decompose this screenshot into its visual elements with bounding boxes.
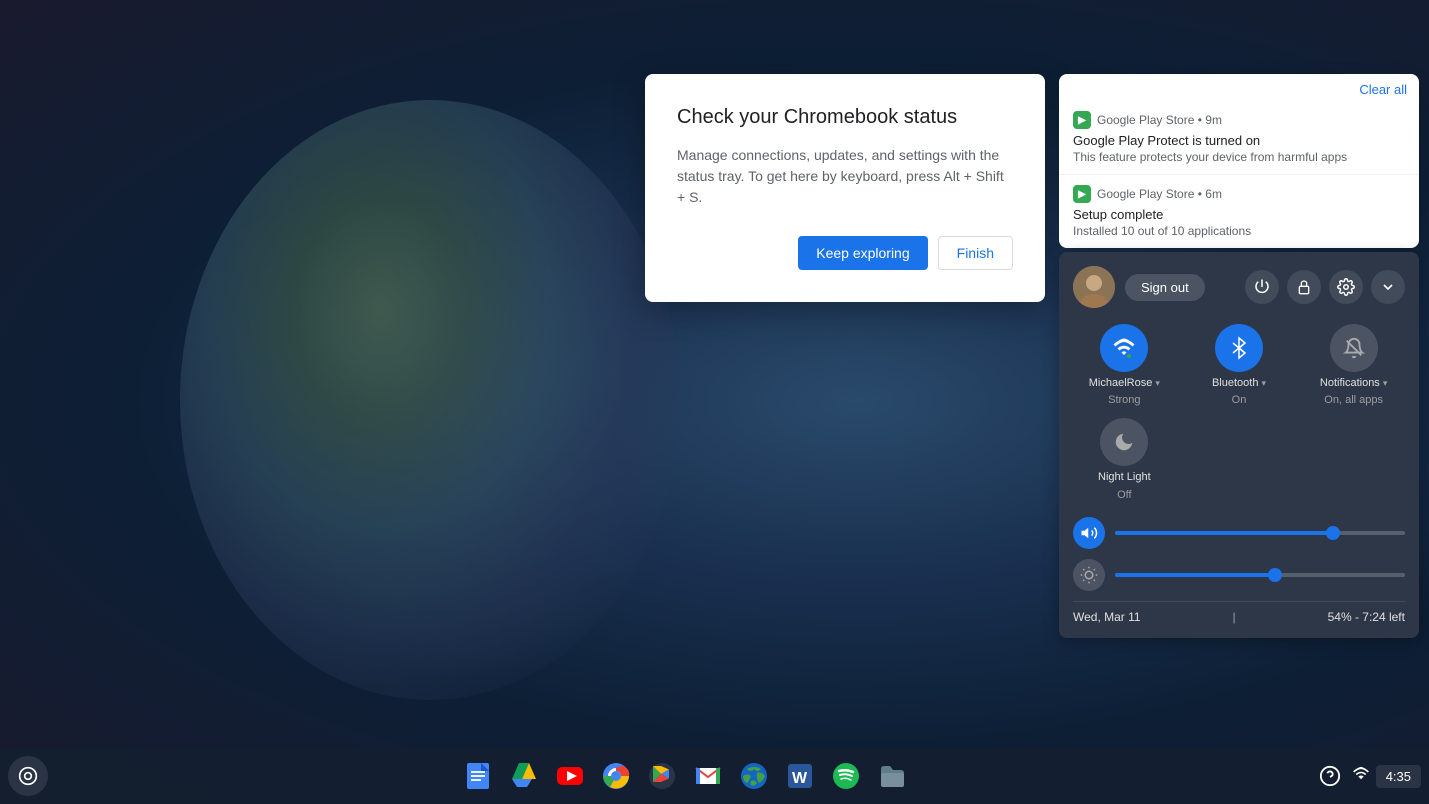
notifications-tile[interactable]: Notifications ▾ On, all apps bbox=[1302, 324, 1405, 406]
dialog-buttons: Keep exploring Finish bbox=[677, 236, 1013, 270]
taskbar-right: 4:35 bbox=[1314, 760, 1421, 792]
notif-source-name: Google Play Store • 9m bbox=[1097, 113, 1222, 127]
wifi-tile[interactable]: MichaelRose ▾ Strong bbox=[1073, 324, 1176, 406]
taskbar-app-files[interactable] bbox=[872, 756, 912, 796]
qs-bottom-row: Wed, Mar 11 | 54% - 7:24 left bbox=[1073, 601, 1405, 624]
date-display: Wed, Mar 11 bbox=[1073, 610, 1141, 624]
desktop-globe bbox=[180, 100, 680, 700]
dialog-body: Manage connections, updates, and setting… bbox=[677, 145, 1013, 208]
volume-icon bbox=[1073, 517, 1105, 549]
bluetooth-label: Bluetooth ▾ bbox=[1212, 376, 1266, 390]
qs-tiles: MichaelRose ▾ Strong Bluetooth bbox=[1073, 324, 1405, 501]
taskbar: W bbox=[0, 748, 1429, 804]
bluetooth-sublabel: On bbox=[1232, 394, 1247, 406]
volume-fill bbox=[1115, 531, 1333, 535]
taskbar-app-chrome[interactable] bbox=[596, 756, 636, 796]
quick-panel: Clear all ▶ Google Play Store • 9m Googl… bbox=[1059, 74, 1419, 638]
notifications-label: Notifications ▾ bbox=[1320, 376, 1388, 390]
notifications-area: Clear all ▶ Google Play Store • 9m Googl… bbox=[1059, 74, 1419, 248]
google-play-icon-2: ▶ bbox=[1073, 185, 1091, 203]
taskbar-app-youtube[interactable] bbox=[550, 756, 590, 796]
notif-body: This feature protects your device from h… bbox=[1073, 150, 1405, 164]
notif-source-name-2: Google Play Store • 6m bbox=[1097, 187, 1222, 201]
notifications-header: Clear all bbox=[1059, 74, 1419, 101]
volume-slider-row bbox=[1073, 517, 1405, 549]
night-light-tile[interactable]: Night Light Off bbox=[1073, 418, 1176, 500]
expand-button[interactable] bbox=[1371, 270, 1405, 304]
qs-top-row: Sign out bbox=[1073, 266, 1405, 308]
settings-button[interactable] bbox=[1329, 270, 1363, 304]
night-light-label: Night Light bbox=[1098, 470, 1151, 484]
taskbar-apps: W bbox=[56, 756, 1314, 796]
taskbar-help-button[interactable] bbox=[1314, 760, 1346, 792]
clear-all-button[interactable]: Clear all bbox=[1359, 82, 1407, 97]
lock-button[interactable] bbox=[1287, 270, 1321, 304]
notif-source: ▶ Google Play Store • 9m bbox=[1073, 111, 1405, 129]
desktop: Check your Chromebook status Manage conn… bbox=[0, 0, 1429, 804]
taskbar-app-docs[interactable] bbox=[458, 756, 498, 796]
taskbar-app-spotify[interactable] bbox=[826, 756, 866, 796]
system-tray[interactable]: 4:35 bbox=[1376, 765, 1421, 788]
taskbar-app-earth[interactable] bbox=[734, 756, 774, 796]
notif-body-2: Installed 10 out of 10 applications bbox=[1073, 224, 1405, 238]
brightness-fill bbox=[1115, 573, 1275, 577]
battery-display: 54% - 7:24 left bbox=[1328, 610, 1405, 624]
dialog-title: Check your Chromebook status bbox=[677, 106, 1013, 129]
finish-button[interactable]: Finish bbox=[938, 236, 1013, 270]
taskbar-app-play[interactable] bbox=[642, 756, 682, 796]
qs-top-icons bbox=[1245, 270, 1405, 304]
notifications-icon bbox=[1330, 324, 1378, 372]
chromebook-status-dialog: Check your Chromebook status Manage conn… bbox=[645, 74, 1045, 302]
volume-thumb[interactable] bbox=[1326, 526, 1340, 540]
notification-item: ▶ Google Play Store • 6m Setup complete … bbox=[1059, 175, 1419, 248]
sign-out-button[interactable]: Sign out bbox=[1125, 274, 1205, 301]
wifi-icon bbox=[1100, 324, 1148, 372]
notifications-sublabel: On, all apps bbox=[1324, 394, 1383, 406]
taskbar-wifi-indicator bbox=[1352, 765, 1370, 788]
night-light-sublabel: Off bbox=[1117, 489, 1131, 501]
keep-exploring-button[interactable]: Keep exploring bbox=[798, 236, 927, 270]
taskbar-app-gmail[interactable] bbox=[688, 756, 728, 796]
brightness-slider-row bbox=[1073, 559, 1405, 591]
wifi-sublabel: Strong bbox=[1108, 394, 1140, 406]
bluetooth-icon bbox=[1215, 324, 1263, 372]
brightness-track[interactable] bbox=[1115, 573, 1405, 577]
launcher-button[interactable] bbox=[8, 756, 48, 796]
notif-title-2: Setup complete bbox=[1073, 207, 1405, 222]
notif-source: ▶ Google Play Store • 6m bbox=[1073, 185, 1405, 203]
power-button[interactable] bbox=[1245, 270, 1279, 304]
svg-text:W: W bbox=[792, 770, 808, 787]
notification-item: ▶ Google Play Store • 9m Google Play Pro… bbox=[1059, 101, 1419, 175]
night-light-icon bbox=[1100, 418, 1148, 466]
user-avatar[interactable] bbox=[1073, 266, 1115, 308]
taskbar-app-drive[interactable] bbox=[504, 756, 544, 796]
clock: 4:35 bbox=[1386, 769, 1411, 784]
brightness-thumb[interactable] bbox=[1268, 568, 1282, 582]
taskbar-app-word[interactable]: W bbox=[780, 756, 820, 796]
bluetooth-tile[interactable]: Bluetooth ▾ On bbox=[1188, 324, 1291, 406]
wifi-label: MichaelRose ▾ bbox=[1089, 376, 1160, 390]
quick-settings-panel: Sign out bbox=[1059, 252, 1419, 638]
volume-track[interactable] bbox=[1115, 531, 1405, 535]
google-play-icon: ▶ bbox=[1073, 111, 1091, 129]
notif-title: Google Play Protect is turned on bbox=[1073, 133, 1405, 148]
brightness-icon bbox=[1073, 559, 1105, 591]
